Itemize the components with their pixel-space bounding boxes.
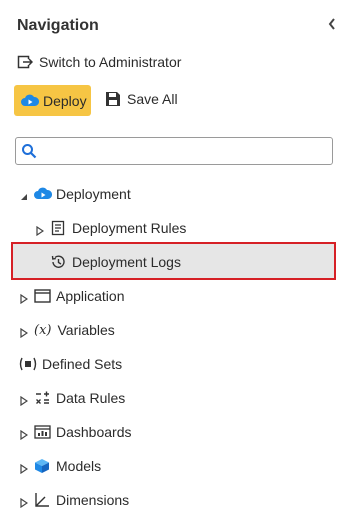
cloud-deploy-icon xyxy=(21,93,40,109)
calculator-rules-icon xyxy=(34,390,50,406)
collapsed-triangle-icon[interactable] xyxy=(20,325,29,339)
tree-item-models[interactable]: Models xyxy=(20,458,102,475)
tree-item-deployment-logs[interactable]: Deployment Logs xyxy=(50,254,181,270)
save-all-button[interactable]: Save All xyxy=(105,91,178,107)
tree-label: Data Rules xyxy=(56,390,126,406)
tree-label: Models xyxy=(56,458,102,474)
rules-document-icon xyxy=(50,220,66,236)
dashboard-icon xyxy=(34,424,51,440)
chevron-left-icon[interactable] xyxy=(327,17,337,36)
cube-icon xyxy=(34,458,50,474)
history-clock-icon xyxy=(50,254,66,270)
dimensions-axis-icon xyxy=(34,492,50,508)
tree-item-deployment[interactable]: Deployment xyxy=(20,186,131,202)
collapsed-triangle-icon[interactable] xyxy=(36,223,45,237)
tree-item-deployment-rules[interactable]: Deployment Rules xyxy=(36,220,187,237)
defined-set-icon xyxy=(18,356,38,372)
collapsed-triangle-icon[interactable] xyxy=(20,427,29,441)
expanded-triangle-icon[interactable] xyxy=(20,189,28,200)
save-all-label: Save All xyxy=(127,91,178,107)
deploy-button[interactable]: Deploy xyxy=(14,85,91,116)
tree-label: Deployment Logs xyxy=(72,254,181,270)
tree-label: Dashboards xyxy=(56,424,132,440)
tree-item-data-rules[interactable]: Data Rules xyxy=(20,390,126,407)
save-icon xyxy=(105,91,121,107)
switch-to-administrator-link[interactable]: Switch to Administrator xyxy=(17,54,181,70)
collapsed-triangle-icon[interactable] xyxy=(20,461,29,475)
variable-x-icon: (x) xyxy=(34,322,52,338)
tree-item-dimensions[interactable]: Dimensions xyxy=(20,492,130,509)
switch-label: Switch to Administrator xyxy=(39,54,182,70)
collapsed-triangle-icon[interactable] xyxy=(20,393,29,407)
tree-item-defined-sets[interactable]: Defined Sets xyxy=(18,356,122,372)
panel-title: Navigation xyxy=(17,17,99,34)
application-window-icon xyxy=(34,288,51,304)
collapsed-triangle-icon[interactable] xyxy=(20,495,29,509)
deploy-label: Deploy xyxy=(43,92,87,109)
tree-item-application[interactable]: Application xyxy=(20,288,125,305)
collapsed-triangle-icon[interactable] xyxy=(20,291,29,305)
tree-item-variables[interactable]: (x) Variables xyxy=(20,322,115,339)
search-box[interactable] xyxy=(15,137,333,165)
search-input[interactable] xyxy=(42,141,326,163)
switch-user-icon xyxy=(17,54,34,70)
tree-item-dashboards[interactable]: Dashboards xyxy=(20,424,132,441)
tree-label: Application xyxy=(56,288,125,304)
tree-label: Dimensions xyxy=(56,492,130,508)
tree-label: Defined Sets xyxy=(42,356,123,372)
tree-label: Variables xyxy=(57,322,115,338)
tree-label: Deployment xyxy=(56,186,131,202)
tree-label: Deployment Rules xyxy=(72,220,187,236)
cloud-deploy-icon xyxy=(34,186,53,202)
search-icon xyxy=(21,143,37,164)
